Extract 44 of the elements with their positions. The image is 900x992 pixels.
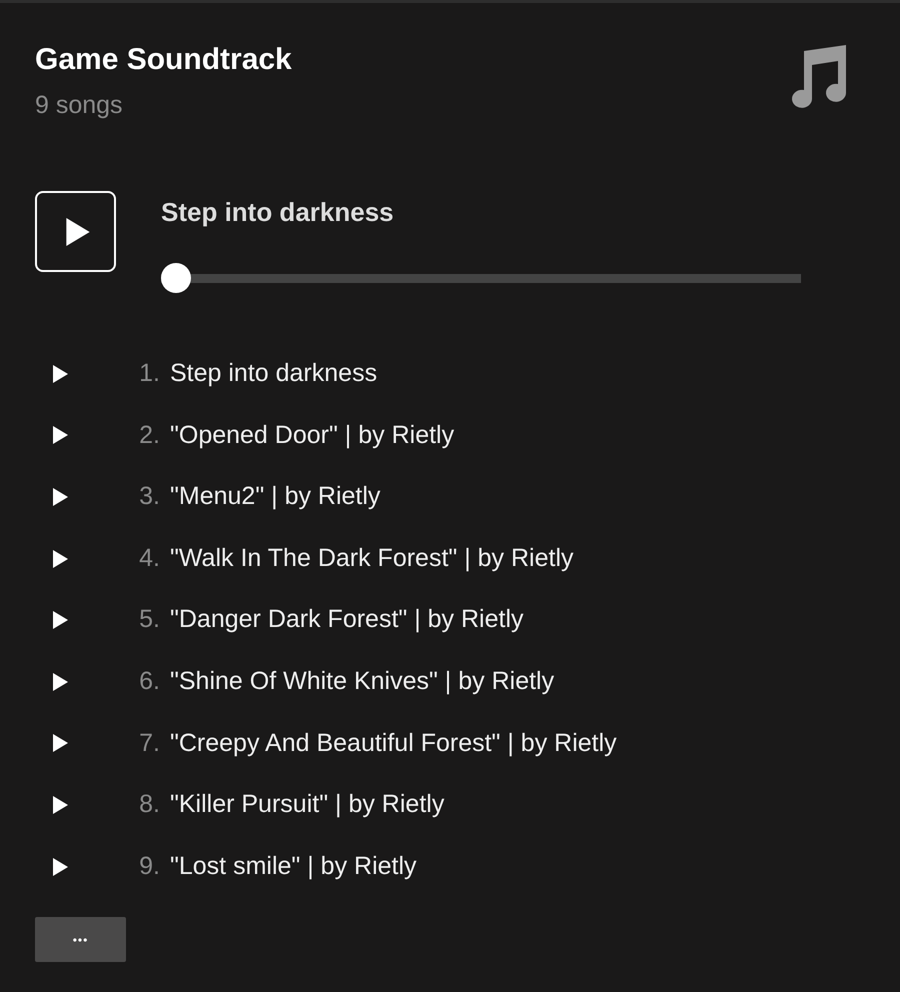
track-play-button[interactable] bbox=[50, 610, 70, 630]
play-icon bbox=[52, 858, 68, 876]
current-track-title: Step into darkness bbox=[161, 196, 395, 229]
track-number: 6. bbox=[138, 666, 160, 698]
track-play-button[interactable] bbox=[50, 425, 70, 446]
play-icon bbox=[52, 426, 68, 444]
track-play-button[interactable] bbox=[50, 548, 70, 569]
play-icon bbox=[52, 488, 68, 506]
track-play-button[interactable] bbox=[50, 733, 70, 754]
track-play-button[interactable] bbox=[50, 794, 70, 815]
track-play-button[interactable] bbox=[50, 486, 70, 507]
play-icon bbox=[66, 218, 90, 246]
play-icon bbox=[52, 796, 68, 814]
track-number: 5. bbox=[138, 604, 160, 636]
track-number: 4. bbox=[138, 542, 160, 574]
track-play-button[interactable] bbox=[50, 364, 70, 384]
play-icon bbox=[52, 672, 68, 691]
track-title[interactable]: "Opened Door" | by Rietly bbox=[170, 416, 454, 454]
play-icon bbox=[52, 734, 68, 752]
song-count: 9 songs bbox=[35, 90, 124, 121]
track-title[interactable]: Step into darkness bbox=[170, 355, 378, 393]
progress-slider[interactable] bbox=[161, 263, 801, 293]
more-button[interactable]: ••• bbox=[35, 917, 126, 962]
track-number: 2. bbox=[138, 420, 160, 451]
track-number: 3. bbox=[138, 481, 160, 512]
track-play-button[interactable] bbox=[50, 856, 70, 877]
track-title[interactable]: "Danger Dark Forest" | by Rietly bbox=[170, 601, 524, 639]
track-play-button[interactable] bbox=[50, 672, 70, 692]
track-title[interactable]: "Lost smile" | by Rietly bbox=[170, 848, 417, 886]
track-title[interactable]: "Menu2" | by Rietly bbox=[170, 478, 380, 516]
track-number: 8. bbox=[138, 789, 160, 820]
track-number: 9. bbox=[138, 850, 160, 882]
track-title[interactable]: "Walk In The Dark Forest" | by Rietly bbox=[170, 540, 574, 578]
track-title[interactable]: "Shine Of White Knives" | by Rietly bbox=[170, 663, 554, 701]
track-number: 1. bbox=[138, 358, 160, 390]
play-icon bbox=[52, 364, 68, 383]
playlist-title: Game Soundtrack bbox=[35, 42, 292, 78]
track-title[interactable]: "Killer Pursuit" | by Rietly bbox=[170, 786, 444, 824]
play-button[interactable] bbox=[35, 191, 116, 272]
slider-thumb[interactable] bbox=[161, 263, 191, 293]
track-title[interactable]: "Creepy And Beautiful Forest" | by Rietly bbox=[170, 724, 617, 762]
play-icon bbox=[52, 550, 68, 568]
play-icon bbox=[52, 611, 68, 630]
track-number: 7. bbox=[138, 728, 160, 759]
